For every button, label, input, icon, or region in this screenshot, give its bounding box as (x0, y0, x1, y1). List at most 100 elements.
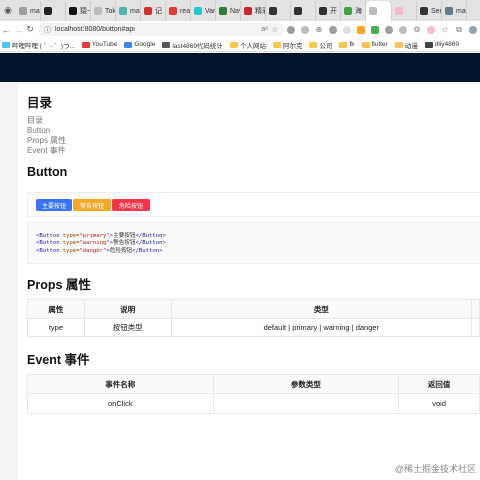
bookmark-label: YouTube (91, 41, 118, 48)
bookmark-item[interactable]: 哔哩哔哩 ( ゜- ゜)つ... (2, 40, 75, 50)
forward-icon[interactable]: → (12, 21, 24, 38)
code-token: </Button> (132, 247, 163, 254)
browser-tab[interactable]: rea (166, 1, 191, 21)
favorites-icon[interactable]: ☆ (438, 21, 452, 38)
browser-tab[interactable]: Nav (216, 1, 241, 21)
page: 目录 目录 Button Props 属性 Event 事件 Button 主要按钮警… (0, 82, 480, 480)
table-header-cell: 说明 (83, 299, 172, 319)
reload-icon[interactable]: ↻ (24, 21, 36, 38)
code-token: 危险按钮 (109, 247, 133, 254)
bookmark-item[interactable]: dliy4869 (424, 41, 459, 48)
props-heading: Props 属性 (27, 278, 91, 292)
toc-heading: 目录 (27, 96, 53, 110)
browser-tab[interactable]: 开 (316, 1, 341, 21)
bookmark-icon (81, 41, 90, 48)
table-header-row: 事件名称 参数类型 返回值 (27, 374, 480, 394)
browser-tab[interactable] (366, 1, 392, 21)
extension-icon[interactable] (298, 21, 312, 38)
tab-label: 精彩 (255, 8, 265, 15)
toc-link[interactable]: Button (27, 126, 66, 136)
url-text: localhost:8080/button#api (55, 26, 135, 33)
code-token: <Button (36, 233, 60, 239)
browser-tab[interactable]: mar (442, 1, 467, 21)
browser-tab[interactable]: mar (116, 1, 141, 21)
tab-favicon-icon (19, 7, 27, 15)
bookmark-item[interactable]: YouTube (81, 41, 118, 48)
extension-icon[interactable] (284, 21, 298, 38)
tab-label: mar (456, 7, 467, 15)
code-token: "warning" (79, 240, 110, 247)
table-cell: default | primary | warning | danger (170, 318, 473, 337)
bookmark-item[interactable]: Google (124, 41, 155, 48)
code-token: "primary" (79, 233, 110, 239)
extensions-menu-icon[interactable]: ⚙ (410, 21, 424, 38)
browser-tab[interactable]: 记 (141, 1, 166, 21)
extension-icon[interactable] (326, 21, 340, 38)
primary-button[interactable]: 主要按钮 (36, 199, 72, 211)
extension-icon[interactable] (382, 21, 396, 38)
bookmark-item[interactable]: 动漫 (394, 40, 418, 50)
profile-avatar[interactable] (424, 21, 438, 38)
tab-label: Tok (105, 7, 116, 15)
browser-tab[interactable]: Varc (191, 1, 216, 21)
code-token: <Button (36, 240, 60, 247)
bookmark-item[interactable]: flutter (361, 41, 388, 48)
tab-favicon-icon (244, 7, 252, 15)
toc-link[interactable]: Event 事件 (27, 146, 66, 156)
table-cell: type (27, 318, 85, 337)
browser-tab[interactable] (266, 1, 291, 21)
bookmark-item[interactable]: 阿尔克 (272, 40, 302, 50)
browser-tab[interactable]: See (417, 1, 442, 21)
content-panel: 目录 目录 Button Props 属性 Event 事件 Button 主要按钮警… (18, 82, 480, 480)
toc-link[interactable]: Props 属性 (27, 136, 66, 146)
bookmark-icon (394, 41, 403, 48)
read-aloud-icon[interactable]: aᵃ (261, 26, 268, 33)
code-token: 主要按钮 (113, 233, 136, 239)
tab-label: rea (180, 7, 191, 15)
browser-tab[interactable] (291, 1, 316, 21)
bookmark-label: flutter (371, 41, 388, 48)
address-bar: ← → ↻ ⓘ localhost:8080/button#api aᵃ ☆ ⊕… (0, 21, 480, 38)
button-heading: Button (27, 165, 68, 179)
code-token: 警告按钮 (113, 240, 136, 247)
tab-favicon-icon (269, 7, 277, 15)
table-header-cell: 属性 (27, 299, 85, 319)
tab-label: Varc (205, 7, 216, 15)
profile-icon[interactable] (466, 21, 480, 38)
toc-link[interactable]: 目录 (27, 116, 66, 126)
tab-favicon-icon (319, 7, 327, 15)
favorite-star-icon[interactable]: ☆ (272, 26, 278, 34)
browser-tab[interactable]: 猿一 (66, 1, 91, 21)
warning-button[interactable]: 警告按钮 (73, 199, 111, 211)
browser-tab[interactable]: Tok (91, 1, 116, 21)
bookmark-item[interactable]: last4869代码统计 (162, 40, 223, 50)
tab-search-icon[interactable]: ◉ (0, 0, 16, 21)
table-header-cell: 类型 (170, 299, 473, 319)
extension-icon[interactable] (354, 21, 368, 38)
table-header-row: 属性 说明 类型 (27, 299, 480, 319)
bookmark-item[interactable]: 个人网站 (229, 40, 266, 50)
tab-favicon-icon (194, 7, 202, 15)
tab-favicon-icon (369, 7, 377, 15)
extension-icon[interactable] (396, 21, 410, 38)
bookmark-item[interactable]: fk (339, 41, 355, 48)
back-icon[interactable]: ← (0, 21, 12, 38)
url-input[interactable]: ⓘ localhost:8080/button#api aᵃ ☆ (38, 23, 284, 36)
browser-tab[interactable]: 精彩 (241, 1, 266, 21)
extension-icon[interactable] (368, 21, 382, 38)
tab-favicon-icon (144, 7, 152, 15)
bookmarks-bar: 哔哩哔哩 ( ゜- ゜)つ... YouTube Google last4869代码统… (0, 38, 480, 52)
browser-tab[interactable]: 海 (341, 1, 366, 21)
browser-tab[interactable] (392, 1, 417, 21)
bookmark-label: fk (349, 41, 355, 48)
table-row: type 按钮类型 default | primary | warning | da… (27, 318, 480, 337)
bookmark-item[interactable]: 公司 (309, 40, 332, 50)
site-info-icon[interactable]: ⓘ (44, 25, 51, 35)
browser-tab[interactable] (41, 1, 66, 21)
table-header-cell: 参数类型 (212, 374, 400, 394)
collections-icon[interactable]: ⧉ (452, 21, 466, 38)
browser-tab[interactable]: mar (16, 1, 41, 21)
extension-icon[interactable]: ⊕ (312, 21, 326, 38)
extension-icon[interactable] (340, 21, 354, 38)
danger-button[interactable]: 危险按钮 (112, 199, 150, 211)
